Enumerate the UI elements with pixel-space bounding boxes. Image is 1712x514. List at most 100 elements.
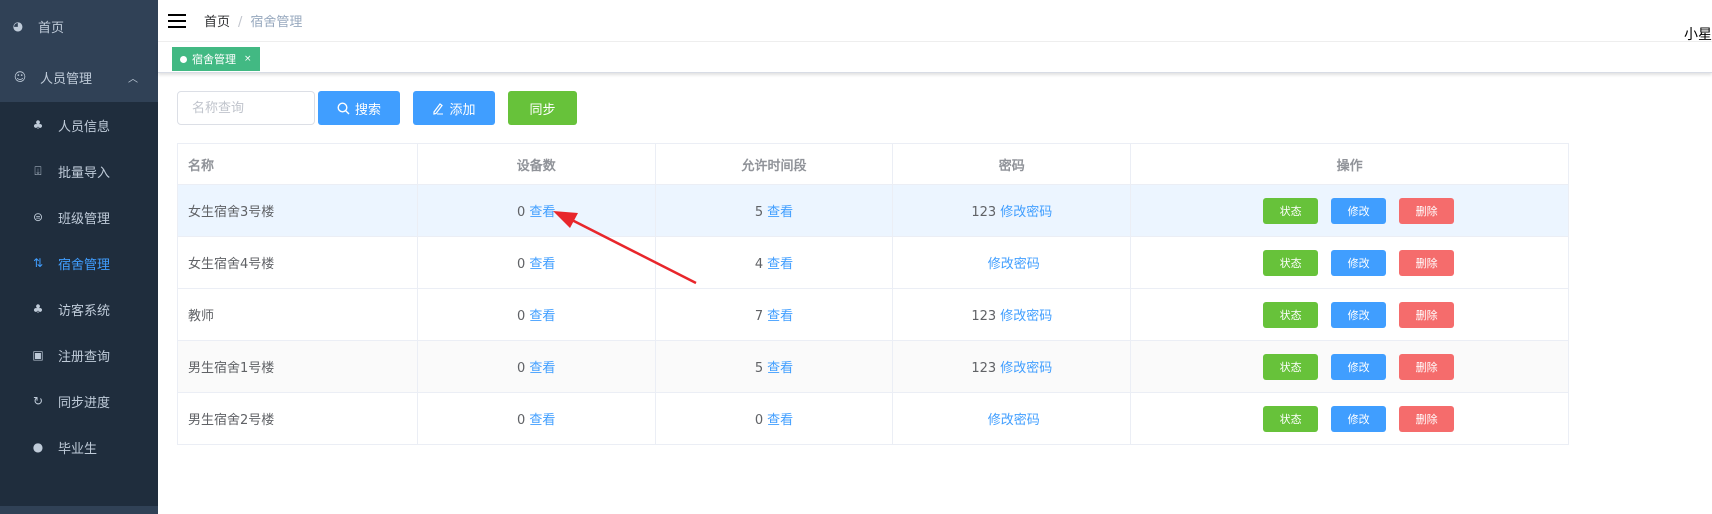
column-header: 名称 (177, 143, 418, 185)
status-button[interactable]: 状态 (1263, 353, 1319, 380)
edit-button[interactable]: 修改 (1331, 197, 1387, 224)
edit-button[interactable]: 修改 (1331, 353, 1387, 380)
sidebar-item-label: 毕业生 (58, 441, 98, 457)
change-password-link[interactable]: 修改密码 (1000, 205, 1052, 220)
delete-button[interactable]: 删除 (1399, 249, 1455, 276)
column-header: 设备数 (417, 143, 656, 185)
sidebar-item-label: 人员信息 (58, 119, 111, 135)
device-count: 0 (517, 361, 526, 376)
delete-button[interactable]: 删除 (1399, 197, 1455, 224)
sidebar-item-9[interactable]: ● 毕业生 (0, 424, 158, 470)
sidebar-scrollbar[interactable] (0, 506, 158, 514)
delete-button[interactable]: 删除 (1399, 353, 1455, 380)
sidebar-item-1[interactable]: ☺ 人员管理 ︿ (0, 52, 158, 102)
view-times-link[interactable]: 查看 (767, 413, 793, 428)
status-button[interactable]: 状态 (1263, 249, 1319, 276)
view-devices-link[interactable]: 查看 (529, 205, 555, 220)
navbar: 首页 / 宿舍管理 小星 (158, 0, 1712, 44)
view-times-link[interactable]: 查看 (767, 309, 793, 324)
add-label: 添加 (449, 102, 476, 118)
tag-label: 宿舍管理 (192, 53, 236, 66)
close-icon[interactable]: × (244, 54, 252, 64)
sidebar-item-4[interactable]: ⊜ 班级管理 (0, 194, 158, 240)
view-devices-link[interactable]: 查看 (529, 257, 555, 272)
status-button[interactable]: 状态 (1263, 301, 1319, 328)
tag-dormitory[interactable]: 宿舍管理 × (172, 47, 260, 71)
sidebar-item-0[interactable]: ◕ 首页 (0, 0, 158, 52)
breadcrumb-home[interactable]: 首页 (204, 15, 230, 30)
change-password-link[interactable]: 修改密码 (988, 413, 1040, 428)
add-button[interactable]: 添加 (413, 91, 495, 125)
search-button[interactable]: 搜索 (318, 91, 400, 125)
device-count: 0 (517, 205, 526, 220)
search-label: 搜索 (354, 102, 381, 118)
delete-button[interactable]: 删除 (1399, 405, 1455, 432)
org-tree-icon: ♣ (32, 118, 44, 132)
edit-icon (433, 102, 444, 115)
list-circle-icon: ⊜ (32, 210, 44, 224)
password: 123 (971, 309, 997, 324)
change-password-link[interactable]: 修改密码 (988, 257, 1040, 272)
dormitory-table: 名称 设备数 允许时间段 密码 操作 女生宿舍3号楼 0 查看 5 查看 123 修改密码 状… (177, 143, 1569, 445)
sidebar-item-label: 批量导入 (58, 165, 111, 181)
sidebar-item-2[interactable]: ♣ 人员信息 (0, 102, 158, 148)
view-times-link[interactable]: 查看 (767, 361, 793, 376)
column-header: 允许时间段 (655, 143, 894, 185)
active-dot-icon (180, 55, 187, 63)
hamburger-menu-icon[interactable] (168, 10, 186, 32)
import-icon: ⍗ (34, 163, 42, 178)
password: 123 (971, 361, 997, 376)
table-row: 女生宿舍4号楼 0 查看 4 查看 修改密码 状态 修改 删除 (177, 236, 1569, 289)
table-row: 女生宿舍3号楼 0 查看 5 查看 123 修改密码 状态 修改 删除 (177, 184, 1569, 237)
time-count: 4 (754, 257, 764, 272)
delete-button[interactable]: 删除 (1399, 301, 1455, 328)
dashboard-icon: ◕ (12, 19, 24, 33)
view-devices-link[interactable]: 查看 (529, 361, 555, 376)
time-count: 7 (754, 309, 764, 324)
breadcrumb: 首页 / 宿舍管理 (204, 11, 302, 30)
dorm-name: 女生宿舍4号楼 (177, 236, 418, 289)
user-icon: ● (32, 440, 44, 454)
sidebar-item-label: 访客系统 (58, 303, 111, 319)
sidebar-item-7[interactable]: ▣ 注册查询 (0, 332, 158, 378)
sidebar-item-label: 班级管理 (58, 211, 111, 227)
change-password-link[interactable]: 修改密码 (1000, 361, 1052, 376)
user-name[interactable]: 小星 (1684, 24, 1712, 44)
status-button[interactable]: 状态 (1263, 197, 1319, 224)
sidebar-item-label: 首页 (38, 20, 65, 36)
sync-button[interactable]: 同步 (508, 91, 577, 125)
sidebar-item-5[interactable]: ⇅ 宿舍管理 (0, 240, 158, 286)
search-icon (337, 101, 350, 114)
edit-button[interactable]: 修改 (1331, 249, 1387, 276)
view-times-link[interactable]: 查看 (767, 205, 793, 220)
edit-button[interactable]: 修改 (1331, 405, 1387, 432)
dorm-name: 男生宿舍1号楼 (177, 340, 418, 393)
monitor-card-icon: ▣ (32, 348, 44, 362)
breadcrumb-current: 宿舍管理 (250, 15, 303, 30)
sidebar-item-8[interactable]: ↻ 同步进度 (0, 378, 158, 424)
table-row: 男生宿舍1号楼 0 查看 5 查看 123 修改密码 状态 修改 删除 (177, 340, 1569, 393)
dorm-name: 女生宿舍3号楼 (177, 184, 418, 237)
view-devices-link[interactable]: 查看 (529, 309, 555, 324)
sort-arrows-icon: ⇅ (32, 256, 44, 270)
sidebar-item-6[interactable]: ♣ 访客系统 (0, 286, 158, 332)
refresh-icon: ↻ (32, 394, 44, 408)
sidebar-item-label: 注册查询 (58, 349, 111, 365)
password: 123 (971, 205, 997, 220)
dorm-name: 教师 (177, 288, 418, 341)
change-password-link[interactable]: 修改密码 (1000, 309, 1052, 324)
tags-view: 宿舍管理 × (158, 42, 1712, 73)
edit-button[interactable]: 修改 (1331, 301, 1387, 328)
status-button[interactable]: 状态 (1263, 405, 1319, 432)
time-count: 0 (754, 413, 764, 428)
view-times-link[interactable]: 查看 (767, 257, 793, 272)
dorm-name: 男生宿舍2号楼 (177, 392, 418, 445)
view-devices-link[interactable]: 查看 (529, 413, 555, 428)
sidebar-item-3[interactable]: ⍗ 批量导入 (0, 148, 158, 194)
time-count: 5 (754, 205, 764, 220)
sidebar-item-label: 宿舍管理 (58, 257, 111, 273)
sidebar: ◕ 首页 ☺ 人员管理 ︿ ♣ 人员信息 ⍗ 批量导入 ⊜ 班级管理 ⇅ 宿舍管理 ♣ 访客系统 ▣ 注册查询… (0, 0, 158, 514)
robot-icon: ☺ (13, 70, 27, 84)
name-search-input[interactable] (177, 91, 315, 125)
org-tree-icon: ♣ (32, 302, 44, 316)
